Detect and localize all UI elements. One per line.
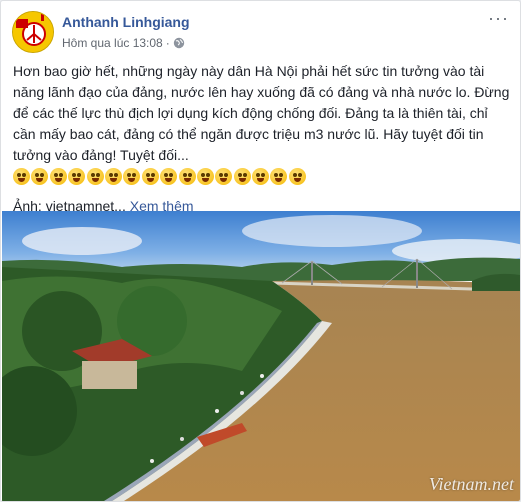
tongue-face-emoji-icon <box>31 168 49 185</box>
tongue-face-emoji-icon <box>49 168 67 185</box>
photo-watermark: Vietnam.net <box>428 474 514 494</box>
avatar-logo-icon <box>13 12 53 52</box>
post-meta: Hôm qua lúc 13:08 · <box>62 36 185 50</box>
tongue-face-emoji-icon <box>215 168 233 185</box>
tongue-face-emoji-icon <box>270 168 288 185</box>
post-card: Anthanh Linhgiang Hôm qua lúc 13:08 · ··… <box>0 0 521 502</box>
author-name[interactable]: Anthanh Linhgiang <box>62 14 190 30</box>
post-header: Anthanh Linhgiang Hôm qua lúc 13:08 · ··… <box>1 1 520 61</box>
tongue-face-emoji-icon <box>178 168 196 185</box>
tongue-face-emoji-icon <box>123 168 141 185</box>
emoji-row <box>13 168 511 190</box>
post-content: Hơn bao giờ hết, những ngày này dân Hà N… <box>13 61 511 217</box>
tongue-face-emoji-icon <box>233 168 251 185</box>
tongue-face-emoji-icon <box>68 168 86 185</box>
post-photo[interactable]: Vietnam.net <box>2 211 520 501</box>
flood-river-photo <box>2 211 520 501</box>
meta-separator: · <box>165 36 170 50</box>
tongue-face-emoji-icon <box>160 168 178 185</box>
tongue-face-emoji-icon <box>104 168 122 185</box>
tongue-face-emoji-icon <box>141 168 159 185</box>
post-text: Hơn bao giờ hết, những ngày này dân Hà N… <box>13 63 510 163</box>
globe-icon[interactable] <box>173 37 185 49</box>
more-options-icon[interactable]: ··· <box>488 9 508 31</box>
avatar[interactable] <box>12 11 54 53</box>
tongue-face-emoji-icon <box>86 168 104 185</box>
tongue-face-emoji-icon <box>252 168 270 185</box>
tongue-face-emoji-icon <box>13 168 30 185</box>
tongue-face-emoji-icon <box>196 168 214 185</box>
post-timestamp[interactable]: Hôm qua lúc 13:08 <box>62 36 163 50</box>
tongue-face-emoji-icon <box>288 168 306 185</box>
